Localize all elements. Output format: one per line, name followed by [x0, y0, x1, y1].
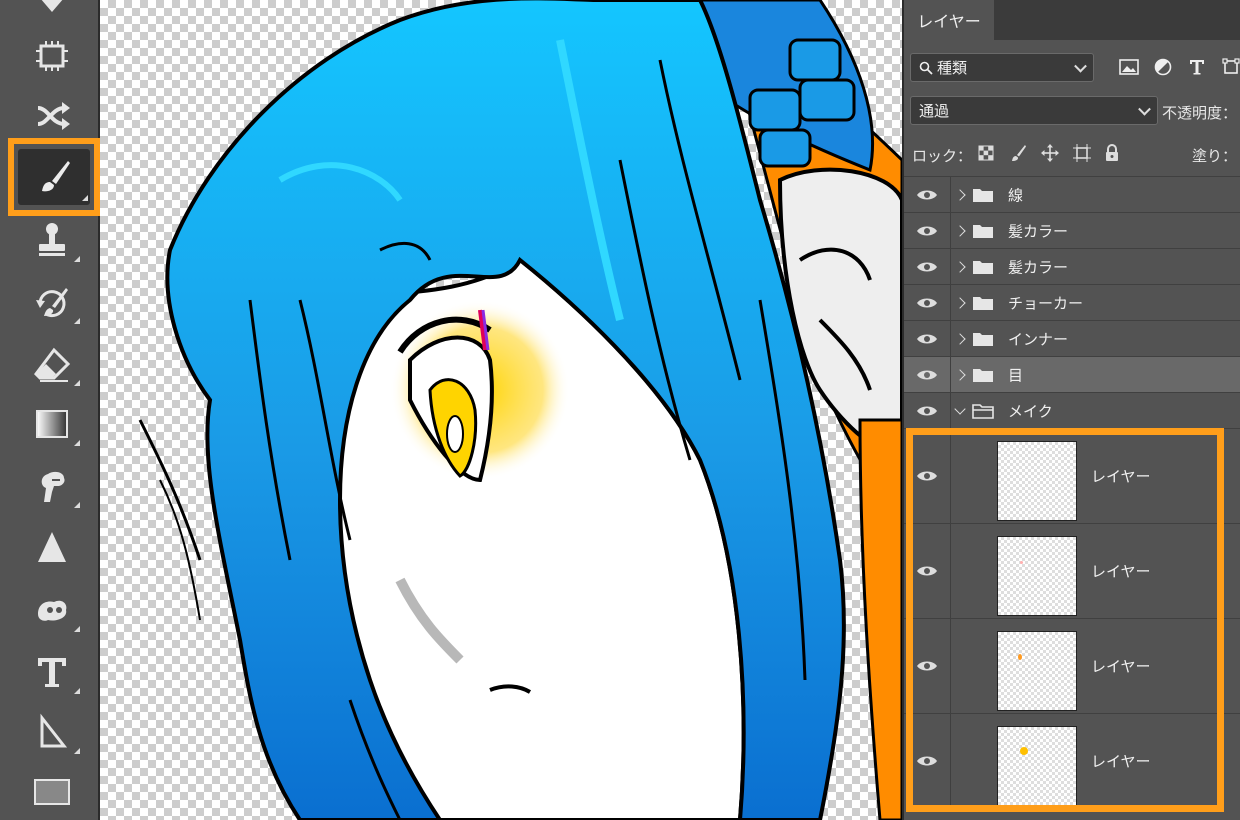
chevron-right-icon[interactable]	[954, 332, 966, 345]
folder-icon	[973, 224, 993, 238]
path-select-icon[interactable]	[22, 706, 82, 758]
type-filter-icon[interactable]	[1186, 56, 1208, 78]
chevron-down-icon[interactable]	[954, 402, 966, 415]
folder-icon	[973, 368, 993, 382]
layer-group-row[interactable]: チョーカー	[904, 284, 1240, 320]
fill-label: 塗り：	[1192, 147, 1238, 165]
visibility-eye-icon[interactable]	[916, 564, 938, 578]
lock-position-icon[interactable]	[1040, 143, 1060, 163]
layer-row[interactable]: レイヤー	[904, 618, 1240, 713]
chevron-right-icon[interactable]	[954, 188, 966, 201]
layer-name: レイヤー	[1091, 562, 1151, 581]
shape-filter-icon[interactable]	[1220, 56, 1240, 78]
layers-list: 線 髪カラー 髪カラー チョーカー インナー 目 メイク レイヤー レイヤー レ…	[904, 176, 1240, 808]
layer-thumbnail	[997, 726, 1077, 806]
content-aware-icon[interactable]	[22, 30, 82, 82]
layer-row[interactable]: レイヤー	[904, 713, 1240, 808]
tab-layers[interactable]: レイヤー	[904, 0, 994, 40]
layers-panel: レイヤー 種類 通過 不透明度： ロック： 塗り： 線 髪カラー 髪カラー チョ…	[902, 0, 1240, 820]
folder-open-icon	[972, 403, 994, 419]
group-name: 目	[1008, 366, 1024, 384]
rectangle-icon[interactable]	[22, 766, 82, 818]
layer-thumbnail	[997, 441, 1077, 521]
layer-row[interactable]: レイヤー	[904, 428, 1240, 523]
image-filter-icon[interactable]	[1118, 56, 1140, 78]
filter-kind-dropdown[interactable]: 種類	[910, 53, 1094, 82]
visibility-eye-icon[interactable]	[916, 224, 938, 238]
visibility-eye-icon[interactable]	[916, 332, 938, 346]
visibility-eye-icon[interactable]	[916, 260, 938, 274]
chevron-right-icon[interactable]	[954, 224, 966, 237]
chevron-right-icon[interactable]	[954, 260, 966, 273]
type-icon[interactable]	[22, 646, 82, 698]
visibility-eye-icon[interactable]	[916, 754, 938, 768]
chevron-right-icon[interactable]	[954, 296, 966, 309]
artwork-illustration	[138, 0, 902, 820]
tools-toolbar	[0, 0, 100, 820]
opacity-label: 不透明度：	[1162, 104, 1238, 122]
visibility-eye-icon[interactable]	[916, 404, 938, 418]
visibility-eye-icon[interactable]	[916, 188, 938, 202]
search-icon	[919, 61, 933, 75]
adjustment-filter-icon[interactable]	[1152, 56, 1174, 78]
layer-group-row-selected[interactable]: 目	[904, 356, 1240, 392]
shuffle-icon[interactable]	[22, 90, 82, 142]
dodge-icon[interactable]	[22, 584, 82, 636]
layer-group-row[interactable]: 線	[904, 176, 1240, 212]
folder-icon	[973, 188, 993, 202]
eraser-partial-icon[interactable]	[22, 0, 82, 32]
chevron-right-icon[interactable]	[954, 368, 966, 381]
lock-label: ロック：	[912, 147, 973, 165]
lock-artboard-icon[interactable]	[1072, 143, 1092, 163]
group-name: 線	[1008, 186, 1024, 204]
visibility-eye-icon[interactable]	[916, 469, 938, 483]
lock-transparent-icon[interactable]	[976, 143, 996, 163]
gradient-icon[interactable]	[22, 398, 82, 450]
brush-icon	[42, 161, 70, 192]
layer-thumbnail	[997, 536, 1077, 616]
group-name: メイク	[1008, 402, 1053, 420]
folder-icon	[973, 296, 993, 310]
panel-tabbar: レイヤー	[904, 0, 1240, 40]
filter-kind-label: 種類	[937, 59, 968, 77]
group-name: インナー	[1008, 330, 1069, 348]
stamp-icon[interactable]	[22, 214, 82, 266]
group-name: チョーカー	[1008, 294, 1084, 312]
layer-thumbnail	[997, 631, 1077, 711]
visibility-eye-icon[interactable]	[916, 296, 938, 310]
layer-name: レイヤー	[1091, 467, 1151, 486]
sharpen-icon[interactable]	[22, 522, 82, 574]
eraser-icon[interactable]	[22, 338, 82, 390]
blend-mode-value: 通過	[919, 102, 950, 120]
layer-group-row[interactable]: インナー	[904, 320, 1240, 356]
layer-group-row[interactable]: 髪カラー	[904, 212, 1240, 248]
layer-name: レイヤー	[1091, 752, 1151, 771]
layer-name: レイヤー	[1091, 657, 1151, 676]
folder-icon	[973, 332, 993, 346]
lock-pixels-icon[interactable]	[1008, 143, 1028, 163]
blend-mode-dropdown[interactable]: 通過	[910, 96, 1158, 125]
folder-icon	[973, 260, 993, 274]
visibility-eye-icon[interactable]	[916, 368, 938, 382]
visibility-eye-icon[interactable]	[916, 659, 938, 673]
lock-all-icon[interactable]	[1102, 143, 1122, 163]
document-canvas[interactable]	[100, 0, 902, 820]
smudge-icon[interactable]	[22, 460, 82, 512]
group-name: 髪カラー	[1008, 258, 1069, 276]
history-brush-icon[interactable]	[22, 276, 82, 328]
layer-group-row-expanded[interactable]: メイク	[904, 392, 1240, 428]
layer-group-row[interactable]: 髪カラー	[904, 248, 1240, 284]
brush-tool-button[interactable]	[8, 138, 100, 216]
group-name: 髪カラー	[1008, 222, 1069, 240]
layer-row[interactable]: レイヤー	[904, 523, 1240, 618]
